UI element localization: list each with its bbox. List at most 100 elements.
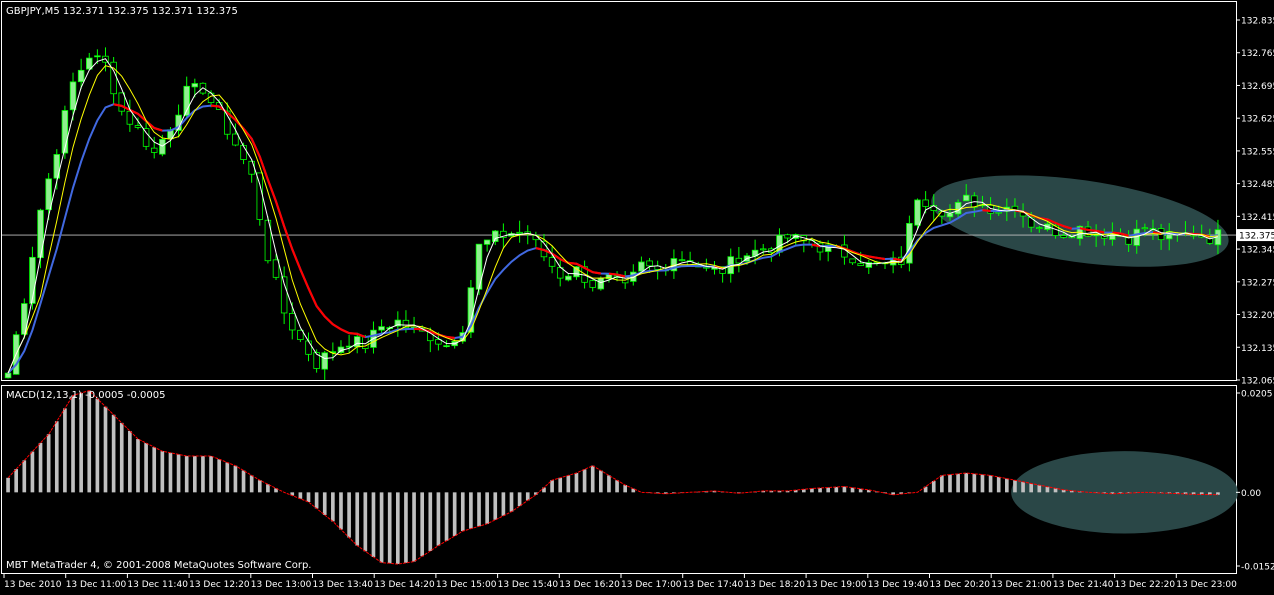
ma-slow-red-segment [348,331,358,335]
candle-bear [1141,227,1149,230]
candle-bull [638,261,645,272]
ma-slow-red-segment [592,271,601,275]
price-tick-label: 132.135 [1241,344,1274,354]
price-tick-label: 132.555 [1241,147,1274,157]
candle-bull [483,239,491,245]
candle-bull [37,209,44,259]
time-tick-label: 13 Dec 13:40 [313,580,374,590]
candle-bear [759,248,767,251]
copyright-text: MBT MetaTrader 4, © 2001-2008 MetaQuotes… [6,560,311,571]
candle-bear [240,144,247,160]
ma-slow-red-segment [868,255,878,259]
candle-bull [946,213,954,218]
candle-bear [1036,227,1043,230]
candle-bull [191,83,199,88]
macd-tick-label: 0.00 [1241,489,1261,499]
ma-slow-red-segment [568,261,577,265]
candle-bull [159,138,166,155]
ma-slow-red-segment [413,327,423,331]
price-tick-label: 132.345 [1241,246,1274,256]
candle-bear [548,257,556,267]
price-tick-label: 132.275 [1241,278,1274,288]
candle-bear [1125,237,1132,245]
time-tick-label: 13 Dec 11:00 [66,580,127,590]
time-tick-label: 13 Dec 14:20 [374,580,435,590]
candle-bull [77,69,85,83]
candle-bear [150,147,158,153]
price-tick-label: 132.485 [1241,180,1274,190]
price-tick-label: 132.065 [1241,377,1274,387]
candle-bull [565,275,572,281]
candle-bear [995,211,1002,214]
candle-bull [321,352,328,370]
time-tick-label: 13 Dec 22:20 [1115,580,1176,590]
candle-bear [678,259,686,262]
candle-bear [289,313,296,331]
ma-slow-red-segment [1087,228,1097,232]
chart-svg[interactable]: 132.835 132.765 132.695 132.625 132.555 132.4… [0,0,1274,591]
time-tick-label: 13 Dec 18:20 [744,580,805,590]
time-tick-label: 13 Dec 11:40 [127,580,188,590]
candle-bull [378,326,385,331]
candle-bear [305,340,312,355]
price-tick-label: 132.625 [1241,115,1274,125]
candle-bear [784,234,791,239]
candle-bull [962,194,970,202]
ma-slow-red-segment [210,104,220,108]
ma-slow-red-segment [113,103,122,107]
candle-bear [232,133,239,146]
mt4-chart-window[interactable]: 132.835 132.765 132.695 132.625 132.555 132.4… [0,0,1274,591]
candle-bear [142,128,150,147]
macd-header: MACD(12,13,1) -0.0005 -0.0005 [6,390,166,401]
time-tick-label: 13 Dec 2010 [4,580,62,590]
time-tick-label: 13 Dec 15:00 [436,580,497,590]
macd-tick-label: -0.0152 [1241,563,1274,573]
ma-slow-red-segment [876,256,886,261]
time-tick-label: 13 Dec 17:40 [683,580,744,590]
candle-bear [1060,235,1067,238]
time-tick-label: 13 Dec 15:40 [498,580,559,590]
candle-bull [4,372,12,379]
price-tick-label: 132.835 [1241,17,1274,27]
candle-bull [443,345,450,348]
candle-bull [914,199,921,226]
current-price-label: 132.375 [1239,232,1274,242]
macd-highlight-ellipse [1011,451,1238,534]
time-tick-label: 13 Dec 17:00 [621,580,682,590]
candle-bear [857,263,864,267]
symbol-header: GBPJPY,M5 132.371 132.375 132.371 132.37… [6,6,238,17]
candle-bull [69,81,77,111]
price-tick-label: 132.205 [1241,311,1274,321]
candle-bear [589,280,596,288]
candle-bull [492,230,499,242]
candle-bull [353,336,361,348]
time-tick-label: 13 Dec 21:40 [1053,580,1114,590]
time-tick-label: 13 Dec 19:40 [868,580,929,590]
time-tick-label: 13 Dec 21:00 [991,580,1052,590]
time-tick-label: 13 Dec 23:00 [1176,580,1237,590]
price-tick-label: 132.695 [1241,82,1274,92]
ma-slow-red-segment [1112,231,1121,235]
time-tick-label: 13 Dec 16:20 [559,580,620,590]
candle-bull [954,201,962,215]
candle-bull [45,178,52,210]
ma-slow-red-segment [982,209,991,212]
time-tick-label: 13 Dec 20:20 [930,580,991,590]
candle-bear [256,172,264,220]
macd-tick-label: 0.0205 [1241,390,1273,400]
candle-bear [646,260,653,267]
candle-bear [248,160,255,175]
price-tick-label: 132.765 [1241,49,1274,59]
ma-slow-red-segment [608,272,618,276]
time-tick-label: 13 Dec 12:20 [189,580,250,590]
candle-bear [735,257,743,264]
ma-slow-red-segment [892,257,902,262]
time-tick-label: 13 Dec 13:00 [251,580,312,590]
candle-bear [118,92,125,112]
candle-bull [94,55,101,58]
candle-bear [922,199,929,207]
candle-bear [134,125,142,128]
price-tick-label: 132.415 [1241,213,1274,223]
candle-bear [272,259,280,278]
time-tick-label: 13 Dec 19:00 [806,580,867,590]
